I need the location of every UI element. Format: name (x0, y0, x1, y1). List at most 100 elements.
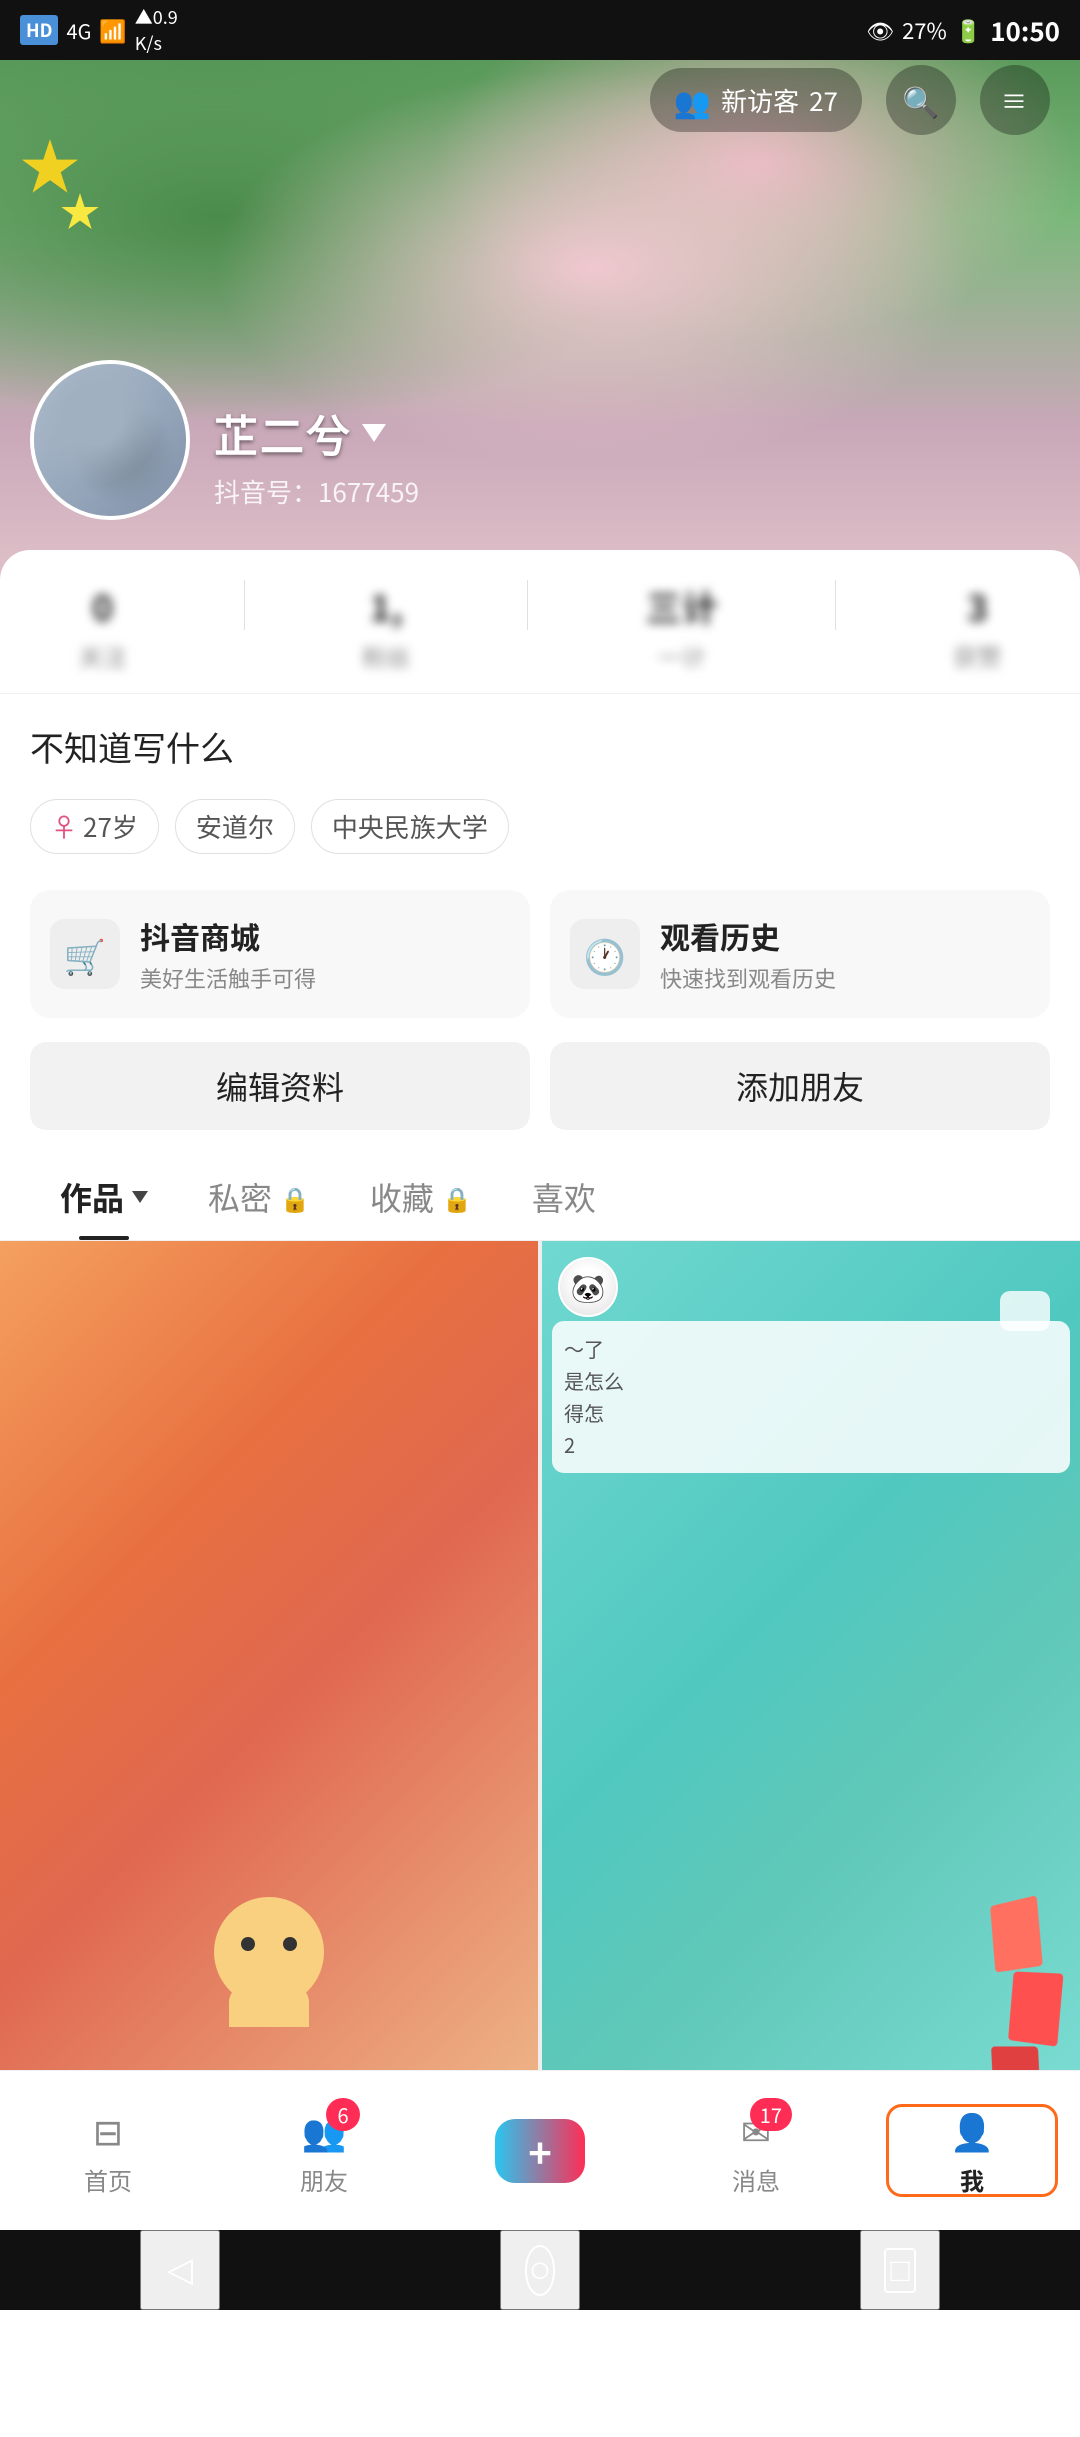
history-icon: 🕐 (570, 919, 640, 989)
nav-create[interactable]: + (432, 2119, 648, 2183)
visitors-label: 新访客 (721, 82, 799, 119)
stat-divider-1 (244, 580, 245, 630)
following-label: 关注 (79, 638, 127, 673)
stat-divider-3 (835, 580, 836, 630)
avatar-image (34, 364, 186, 516)
system-bar: ◁ ○ □ (0, 2230, 1080, 2310)
tab-private[interactable]: 私密 🔒 (178, 1154, 340, 1240)
menu-button[interactable]: ≡ (980, 65, 1050, 135)
home-label: 首页 (84, 2162, 132, 2197)
gender-icon: ♀ (51, 808, 77, 845)
comment-line-3: 得怎 (564, 1398, 604, 1427)
total-likes-label: 获赞 (953, 638, 1001, 673)
comment-line-1: 〜了 (564, 1334, 604, 1363)
battery-icon: 🔋 (955, 14, 982, 46)
tab-works[interactable]: 作品 (30, 1154, 178, 1240)
back-icon: ◁ (167, 2250, 193, 2290)
signal-4g: 4G (66, 16, 91, 45)
nav-friends[interactable]: 6 👥 朋友 (216, 2104, 432, 2197)
bio-text: 不知道写什么 (30, 722, 234, 771)
school-label: 中央民族大学 (332, 808, 488, 845)
followers-count: 1, (370, 580, 403, 632)
username: 芷二兮 (214, 401, 352, 465)
visitors-icon: 👥 (674, 78, 711, 122)
nav-messages[interactable]: 17 ✉ 消息 (648, 2104, 864, 2197)
menu-icon: ≡ (1001, 82, 1029, 119)
search-button[interactable]: 🔍 (886, 65, 956, 135)
nav-home[interactable]: ⊟ 首页 (0, 2104, 216, 2197)
nav-profile[interactable]: 👤 我 (864, 2104, 1080, 2197)
tag-school[interactable]: 中央民族大学 (311, 799, 509, 854)
followers-label: 粉丝 (362, 638, 410, 673)
tab-favorites[interactable]: 收藏 🔒 (340, 1154, 502, 1240)
profile-name: 芷二兮 (214, 401, 419, 465)
recents-button[interactable]: □ (860, 2230, 940, 2310)
add-friend-button[interactable]: 添加朋友 (550, 1042, 1050, 1130)
star-decoration-2: ★ (60, 180, 100, 238)
tab-likes-label: 喜欢 (532, 1174, 596, 1220)
messages-badge: 17 (750, 2098, 792, 2131)
visitors-button[interactable]: 👥 新访客 27 (650, 68, 862, 132)
tab-works-arrow (132, 1191, 148, 1203)
profile-id: 抖音号：1677459 (214, 473, 419, 510)
shop-subtitle: 美好生活触手可得 (140, 962, 316, 994)
douyin-shop-card[interactable]: 🛒 抖音商城 美好生活触手可得 (30, 890, 530, 1018)
messages-label: 消息 (732, 2162, 780, 2197)
status-bar: HD 4G 📶 ▲0.9K/s 👁 27% 🔋 10:50 (0, 0, 1080, 60)
back-button[interactable]: ◁ (140, 2230, 220, 2310)
video-thumb-draft[interactable]: 草稿 2 (0, 1241, 538, 2197)
stat-likes-received[interactable]: 三计 一计 (646, 580, 718, 673)
status-left: HD 4G 📶 ▲0.9K/s (20, 4, 178, 56)
location-label: 安道尔 (196, 808, 274, 845)
bottom-nav: ⊟ 首页 6 👥 朋友 + 17 ✉ 消息 👤 我 (0, 2070, 1080, 2230)
hd-badge: HD (20, 15, 58, 45)
profile-nav-icon: 👤 (950, 2104, 995, 2156)
tag-age[interactable]: ♀ 27岁 (30, 799, 159, 854)
watch-history-card[interactable]: 🕐 观看历史 快速找到观看历史 (550, 890, 1050, 1018)
tab-works-label: 作品 (60, 1174, 124, 1220)
content-tabs: 作品 私密 🔒 收藏 🔒 喜欢 (0, 1154, 1080, 1241)
stats-row: 0 关注 1, 粉丝 三计 一计 3 获赞 (0, 550, 1080, 694)
profile-header: ★ ★ 👥 新访客 27 🔍 ≡ 芷二兮 抖音号：1677459 (0, 60, 1080, 580)
create-button[interactable]: + (495, 2119, 585, 2183)
signal-bars: 📶 (99, 14, 126, 46)
visitors-count: 27 (809, 82, 838, 119)
plus-icon: + (528, 2122, 552, 2180)
tab-favorites-label: 收藏 (370, 1174, 434, 1220)
status-right: 👁 27% 🔋 10:50 (866, 12, 1060, 49)
quick-links: 🛒 抖音商城 美好生活触手可得 🕐 观看历史 快速找到观看历史 (30, 890, 1050, 1018)
tags-row: ♀ 27岁 安道尔 中央民族大学 (0, 787, 1080, 874)
home-icon: ⊟ (93, 2104, 123, 2156)
video-grid: 草稿 2 🐼 〜了 是怎么 得怎 2 (0, 1241, 1080, 2197)
name-dropdown-icon[interactable] (362, 424, 386, 442)
tab-likes[interactable]: 喜欢 (502, 1154, 626, 1240)
edit-profile-label: 编辑资料 (216, 1063, 344, 1109)
clock-time: 10:50 (990, 12, 1060, 49)
profile-name-area: 芷二兮 抖音号：1677459 (214, 401, 419, 510)
shop-icon: 🛒 (50, 919, 120, 989)
comment-line-4: 2 (564, 1430, 575, 1459)
friends-label: 朋友 (300, 2162, 348, 2197)
battery-level: 27% (902, 14, 947, 46)
video-thumb-normal[interactable]: 🐼 〜了 是怎么 得怎 2 (542, 1241, 1080, 2197)
avatar[interactable] (30, 360, 190, 520)
lock-icon-favorites: 🔒 (442, 1180, 472, 1215)
total-likes-count: 3 (967, 580, 988, 632)
likes-label: 一计 (658, 638, 706, 673)
tag-location[interactable]: 安道尔 (175, 799, 295, 854)
eye-icon: 👁 (866, 14, 894, 46)
profile-info-area: 芷二兮 抖音号：1677459 (30, 360, 1050, 520)
tab-private-label: 私密 (208, 1174, 272, 1220)
stat-followers[interactable]: 1, 粉丝 (362, 580, 410, 673)
bio-section: 不知道写什么 (0, 694, 1080, 787)
recents-icon: □ (884, 2248, 915, 2293)
stat-following[interactable]: 0 关注 (79, 580, 127, 673)
likes-count: 三计 (646, 580, 718, 632)
home-system-button[interactable]: ○ (500, 2230, 580, 2310)
add-friend-label: 添加朋友 (736, 1063, 864, 1109)
history-subtitle: 快速找到观看历史 (660, 962, 836, 994)
shop-title: 抖音商城 (140, 914, 316, 958)
stat-total-likes[interactable]: 3 获赞 (953, 580, 1001, 673)
edit-profile-button[interactable]: 编辑资料 (30, 1042, 530, 1130)
friends-badge: 6 (326, 2098, 360, 2131)
